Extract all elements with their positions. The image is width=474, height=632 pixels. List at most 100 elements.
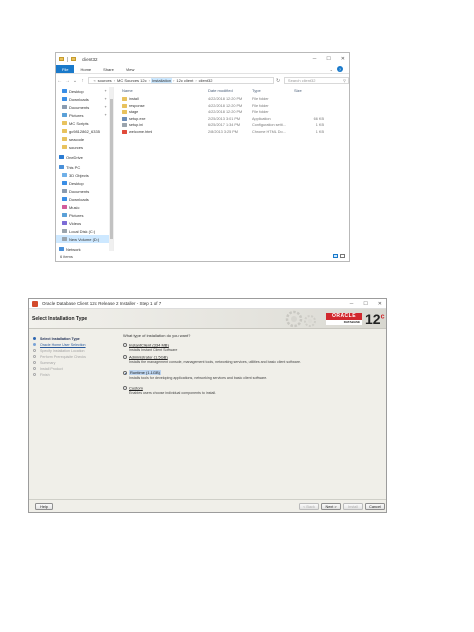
nav-item[interactable]: 3D Objects [56,171,113,179]
tab-home[interactable]: Home [74,65,97,73]
details-view-icon[interactable] [333,254,338,258]
downloads-icon [62,97,67,101]
maximize-icon[interactable]: ☐ [326,56,330,62]
nav-item[interactable]: MC Scripts [56,119,113,127]
radio-button[interactable] [123,385,127,390]
nav-item-label: Documents [69,188,90,194]
column-header-date[interactable]: Date modified [208,87,233,94]
column-header-size[interactable]: Size [294,87,302,94]
music-icon [62,205,67,209]
file-row[interactable]: response 4/22/2018 12:20 PM File folder [116,103,349,109]
file-row[interactable]: welcome.html 2/8/2013 3:25 PM Chrome HTML … [116,129,349,135]
nav-item[interactable]: sources [56,143,113,151]
nav-item[interactable]: gc9812862_6335 [56,127,113,135]
option-label[interactable]: Administrator (1.5GB) [129,354,168,359]
nav-item[interactable]: Documents ✦ [56,103,113,111]
nav-item[interactable]: Videos [56,219,113,227]
oracle-logo: ORACLE DATABASE [326,313,362,325]
install-type-option[interactable]: Custom Enables users choose individual co… [123,385,216,395]
nav-item[interactable]: New Volume (D:) [56,235,113,243]
breadcrumb-client32[interactable]: client32 [198,78,214,83]
nav-item[interactable]: Downloads ✦ [56,95,113,103]
file-row[interactable]: install 4/22/2018 12:20 PM File folder [116,96,349,102]
back-button[interactable]: < Back [299,503,319,510]
close-icon[interactable]: ✕ [378,301,382,307]
file-type: File folder [252,110,269,114]
maximize-icon[interactable]: ☐ [363,301,367,307]
step-indicator-icon [33,373,36,376]
address-bar[interactable]: « sources › MC Sources 12c › Installatio… [88,77,275,84]
nav-item[interactable]: Pictures [56,211,113,219]
drive-icon [62,237,67,241]
column-header-name[interactable]: Name [122,87,133,94]
file-type: Application [252,116,271,121]
radio-button[interactable] [123,354,127,359]
tab-file[interactable]: File [56,65,75,73]
chevron-down-icon[interactable]: ⌄ [330,67,333,72]
option-label[interactable]: InstantClient (334 MB) [129,342,169,347]
nav-item[interactable]: Documents [56,187,113,195]
install-button[interactable]: Install [343,503,363,510]
quick-access-properties-icon[interactable] [71,57,76,61]
radio-button[interactable] [123,342,127,347]
forward-arrow-icon[interactable]: → [64,78,72,84]
back-arrow-icon[interactable]: ← [56,78,64,84]
nav-scrollbar-thumb[interactable] [109,99,113,239]
tab-view[interactable]: View [120,65,141,73]
help-icon[interactable]: ? [337,66,343,72]
radio-button[interactable] [123,370,127,375]
minimize-icon[interactable]: ─ [350,301,354,307]
installer-banner: Select Installation Type ORACLE DATABASE… [29,309,386,329]
help-button[interactable]: Help [35,503,53,510]
install-type-option[interactable]: Administrator (1.5GB) Installs the manage… [123,354,301,364]
file-name: welcome.html [129,129,153,134]
step-indicator-icon [33,343,36,346]
search-input[interactable]: Search client32 ⚲ [283,77,349,84]
option-label[interactable]: Custom [129,385,143,390]
toolbar-divider [67,56,68,62]
nav-item[interactable]: This PC [56,163,113,171]
file-row[interactable]: stage 4/22/2018 12:20 PM File folder [116,109,349,115]
file-name: setup.ini [129,123,144,127]
file-date: 6/25/2017 1:34 PM [208,123,241,127]
column-header-type[interactable]: Type [252,87,261,94]
pictures-icon [62,213,67,217]
breadcrumb-installation[interactable]: Installation [150,78,173,83]
nav-scrollbar[interactable] [109,87,113,251]
file-size [294,96,324,102]
close-icon[interactable]: ✕ [341,56,345,62]
breadcrumb-mc-sources[interactable]: MC Sources 12c [116,78,148,83]
step-label: Install Product [40,366,63,371]
nav-item[interactable]: Downloads [56,195,113,203]
nav-item[interactable]: OneDrive [56,153,113,161]
nav-item[interactable]: Desktop [56,179,113,187]
file-name: stage [129,110,139,114]
nav-item[interactable]: Local Disk (C:) [56,227,113,235]
breadcrumb-sources[interactable]: sources [97,78,113,83]
option-label[interactable]: Runtime (1.1GB) [129,370,162,376]
nav-item-label: Pictures [69,112,84,118]
exe-icon [122,116,127,121]
nav-item[interactable]: seacode [56,135,113,143]
tab-share[interactable]: Share [97,65,120,73]
minimize-icon[interactable]: ─ [313,56,317,62]
nav-item[interactable]: Desktop ✦ [56,87,113,95]
installer-title: Oracle Database Client 12c Release 2 Ins… [42,301,162,306]
next-button[interactable]: Next > [321,503,341,510]
install-type-option[interactable]: InstantClient (334 MB) Installs Instant C… [123,342,177,352]
refresh-icon[interactable]: ↻ [274,78,282,84]
install-type-option[interactable]: Runtime (1.1GB) Installs tools for develo… [123,370,267,380]
cancel-button[interactable]: Cancel [365,503,385,510]
file-row[interactable]: setup.ini 6/25/2017 1:34 PM Configuration … [116,122,349,128]
file-row[interactable]: setup.exe 2/25/2013 3:01 PM Application 66 … [116,116,349,122]
step-item[interactable]: Oracle Home User Selection [29,342,119,347]
nav-item[interactable]: Pictures ✦ [56,111,113,119]
up-arrow-icon[interactable]: ↑ [79,78,87,84]
search-icon: ⚲ [343,78,346,83]
installation-question: What type of installation do you want? [123,333,191,338]
option-description: Installs Instant Client Software [129,348,178,353]
nav-item[interactable]: Music [56,203,113,211]
large-icons-view-icon[interactable] [340,254,345,258]
breadcrumb-12c-client[interactable]: 12c client [175,78,194,83]
recent-locations-chevron-icon[interactable]: ⌄ [71,78,79,84]
